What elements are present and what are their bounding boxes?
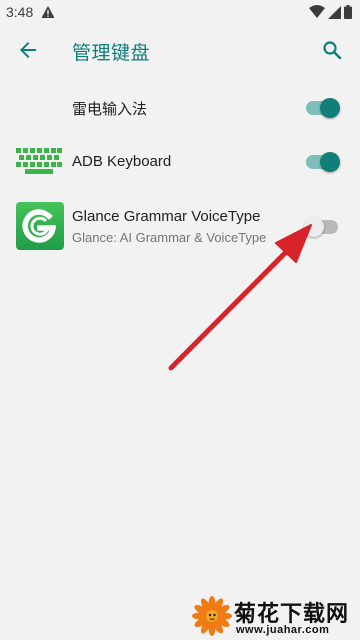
battery-icon [344,5,352,19]
watermark-url: www.juahar.com [236,624,330,636]
search-button[interactable] [316,36,348,68]
page-title: 管理键盘 [72,42,151,64]
toggle-thumb [320,152,340,172]
flower-logo-icon [192,596,232,638]
keyboard-toggle-adb[interactable] [304,151,340,173]
keyboard-icon [16,148,62,178]
status-bar: 3:48 [0,0,360,24]
keyboard-toggle-leidian[interactable] [304,97,340,119]
keyboard-subtitle: Glance: AI Grammar & VoiceType [72,230,267,245]
warning-icon [41,5,55,19]
watermark: 菊花下载网 www.juahar.com [192,596,358,638]
status-icons [309,5,352,19]
keyboard-row-leidian[interactable]: 雷电输入法 [0,80,360,136]
back-arrow-icon [18,40,38,64]
toggle-thumb [304,217,324,237]
keyboard-title: ADB Keyboard [72,153,172,170]
search-icon [322,40,342,64]
back-button[interactable] [12,36,44,68]
keyboard-row-adb[interactable]: ADB Keyboard [0,134,360,190]
keyboard-toggle-glance[interactable] [304,216,340,238]
toggle-thumb [320,98,340,118]
signal-icon [328,5,341,19]
status-time: 3:48 [6,4,34,20]
keyboard-title: 雷电输入法 [72,100,148,118]
keyboard-title: Glance Grammar VoiceType [72,208,261,225]
glance-logo-icon [16,202,64,254]
keyboard-row-glance[interactable]: Glance Grammar VoiceType Glance: AI Gram… [0,194,360,258]
app-bar: 管理键盘 [0,24,360,80]
wifi-icon [309,5,325,19]
